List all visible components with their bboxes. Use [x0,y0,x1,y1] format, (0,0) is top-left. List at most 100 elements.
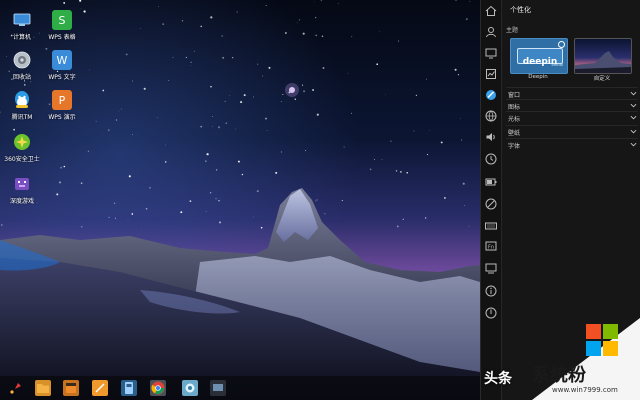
wps-presentation-icon: P [52,90,72,110]
selected-check-icon [558,41,565,48]
star [461,139,463,141]
theme-section-label: 主题 [506,27,519,34]
mouse-icon[interactable] [485,198,497,210]
star [158,6,159,7]
display-icon[interactable] [485,47,497,59]
star [343,146,345,148]
star [210,16,213,19]
datetime-icon[interactable] [485,153,497,165]
star [297,22,298,24]
chevron-down-icon [630,142,637,147]
star [141,229,142,230]
desktop-icon-wps-presentation[interactable]: P WPS 演示 [40,90,84,121]
system-info-icon[interactable] [485,262,497,274]
info-icon[interactable] [485,285,497,297]
theme-thumb-deepin[interactable]: deepin official [510,38,568,74]
wps-sheet-glyph: S [58,13,66,27]
star [232,56,234,59]
row-wallpaper[interactable]: 壁纸 [506,125,638,137]
star [190,65,192,66]
launcher-icon[interactable] [8,380,24,396]
star [237,160,240,163]
star [157,117,158,118]
desktop-icon-wps-writer[interactable]: W WPS 文字 [40,50,84,81]
star [205,211,207,213]
star [172,57,174,59]
star [381,158,383,160]
star [108,129,110,131]
file-manager-icon[interactable] [35,380,51,396]
star [240,101,243,104]
desktop-icon-trash[interactable]: 回收站 [0,50,44,81]
star [298,19,301,21]
star [127,219,129,221]
star [222,56,225,59]
row-icons[interactable]: 图标 [506,99,638,111]
star [236,11,238,13]
page-title: 个性化 [510,6,531,14]
star [465,18,468,21]
star [131,213,134,215]
game-icon [12,174,32,194]
star [108,216,110,218]
star [212,116,214,117]
watermark-url: www.win7999.com [552,386,618,394]
app-store-icon[interactable] [63,380,79,396]
shortcuts-icon[interactable]: Fn [485,240,497,252]
star [253,216,254,218]
svg-text:Fn: Fn [488,244,494,250]
star [243,94,246,97]
row-font[interactable]: 字体 [506,138,638,150]
home-icon[interactable] [485,5,497,17]
row-cursor[interactable]: 光标 [506,111,638,123]
theme-label-deepin: Deepin [528,74,548,80]
star [190,61,192,64]
control-center-icon[interactable] [182,380,198,396]
chrome-icon[interactable] [150,380,166,396]
star [218,221,222,224]
row-label: 窗口 [508,92,521,99]
star [285,32,287,34]
star [125,53,128,56]
tencent-tm-icon [12,90,32,110]
row-window[interactable]: 窗口 [506,87,638,99]
star [0,224,3,226]
desktop-icon-label: 腾讯TM [11,114,33,121]
star [185,56,187,58]
star [425,217,427,219]
default-apps-icon[interactable] [485,68,497,80]
desktop-icon-game[interactable]: 深度游戏 [0,174,44,205]
star [149,187,151,189]
star [162,23,165,25]
star [415,94,417,96]
star [376,63,379,66]
account-icon[interactable] [485,26,497,38]
star [454,68,457,71]
files-icon[interactable] [92,380,108,396]
star [315,34,318,37]
wps-writer-icon: W [52,50,72,70]
network-icon[interactable] [485,110,497,122]
star [426,154,429,156]
desktop-icon-wps-sheet[interactable]: S WPS 表格 [40,10,84,41]
desktop-icon-computer[interactable]: 计算机 [0,10,44,41]
star [262,75,263,77]
screen-icon[interactable] [210,380,226,396]
star [341,200,343,202]
star [218,199,220,202]
desktop-icon-label: WPS 表格 [48,34,76,41]
sound-icon[interactable] [485,131,497,143]
update-icon[interactable] [485,307,497,319]
keyboard-icon[interactable] [485,220,497,232]
star [351,36,353,38]
desktop-icon-360[interactable]: 360安全卫士 [0,132,44,163]
desktop-icon-tencent-tm[interactable]: 腾讯TM [0,90,44,121]
power-icon[interactable] [485,176,497,188]
chevron-down-icon [630,91,637,96]
wps-sheet-icon: S [52,10,72,30]
personalization-icon[interactable] [485,89,497,101]
desktop-icon-label: 深度游戏 [9,198,34,205]
terminal-icon[interactable] [121,380,137,396]
theme-thumb-custom[interactable] [574,38,632,74]
star [268,66,271,69]
